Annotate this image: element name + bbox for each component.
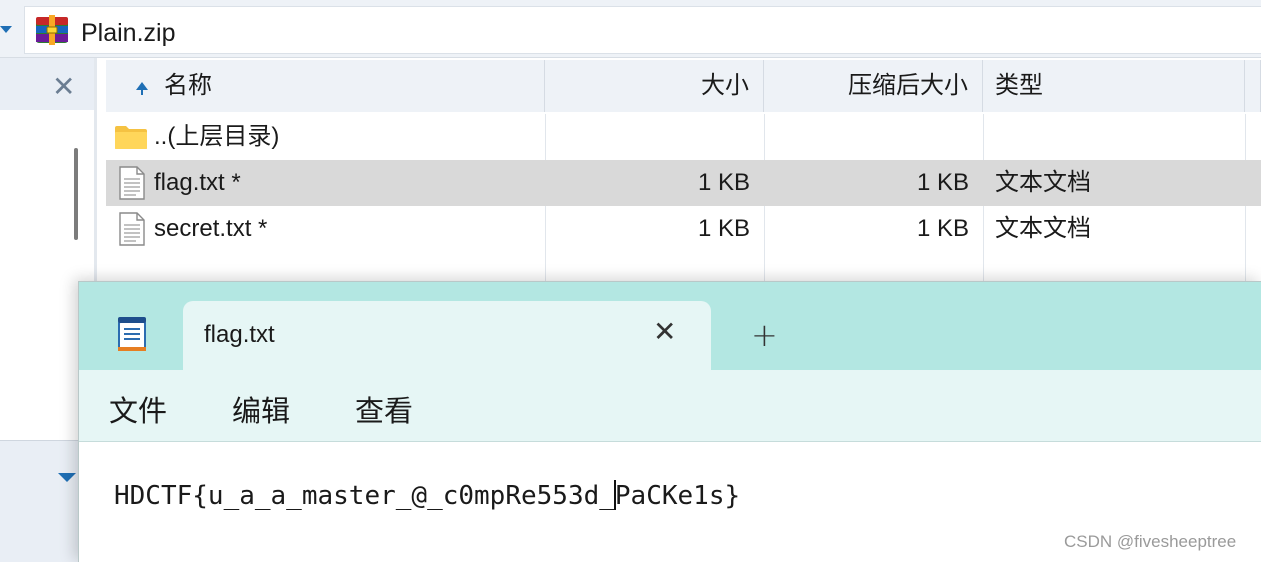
- file-size: 1 KB: [697, 215, 750, 242]
- file-type: 文本文档: [995, 169, 1091, 196]
- file-name: flag.txt *: [154, 169, 241, 196]
- list-item-secret-txt[interactable]: secret.txt * 1 KB 1 KB 文本文档: [106, 206, 1261, 252]
- menu-bar: 文件 编辑 查看: [79, 370, 1261, 442]
- list-item-flag-txt[interactable]: flag.txt * 1 KB 1 KB 文本文档: [106, 160, 1261, 206]
- file-packed-size: 1 KB: [916, 215, 969, 242]
- menu-view[interactable]: 查看: [355, 388, 413, 430]
- column-header-packed-size[interactable]: 压缩后大小: [764, 60, 983, 112]
- column-header-more[interactable]: [1245, 60, 1261, 112]
- menu-file[interactable]: 文件: [109, 388, 167, 430]
- file-name: ..(上层目录): [154, 123, 280, 150]
- text-file-icon: [119, 212, 145, 246]
- archive-path: Plain.zip: [81, 19, 176, 47]
- editor-text-after-caret: PaCKe1s}: [614, 481, 741, 511]
- editor-content: HDCTF{u_a_a_master_@_c0mpRe553d_PaCKe1s}: [114, 480, 740, 511]
- sort-ascending-icon: [136, 82, 148, 95]
- notepad-window: flag.txt ✕ + 文件 编辑 查看 HDCTF{u_a_a_master…: [78, 281, 1261, 562]
- notepad-icon: [118, 317, 146, 351]
- menu-edit[interactable]: 编辑: [232, 388, 290, 430]
- file-name: secret.txt *: [154, 215, 268, 242]
- folder-icon: [115, 126, 147, 149]
- title-bar[interactable]: flag.txt ✕ +: [79, 282, 1261, 370]
- column-header-name-label: 名称: [164, 72, 212, 99]
- chevron-down-icon[interactable]: [58, 473, 76, 482]
- address-bar: Plain.zip: [0, 0, 1261, 58]
- tab-title: flag.txt: [204, 321, 275, 348]
- new-tab-plus-icon[interactable]: +: [751, 316, 778, 354]
- scrollbar[interactable]: [74, 148, 78, 240]
- file-list: 名称 大小 压缩后大小 类型 ..(上层目录) flag.txt * 1 KB …: [106, 58, 1261, 288]
- folder-tree-header: ✕: [0, 58, 96, 110]
- close-tab-icon[interactable]: ✕: [653, 315, 676, 348]
- address-field[interactable]: Plain.zip: [24, 6, 1261, 54]
- column-header-size[interactable]: 大小: [545, 60, 764, 112]
- dropdown-arrow-icon[interactable]: [0, 26, 12, 33]
- column-header-type[interactable]: 类型: [983, 60, 1245, 112]
- editor-text-before-caret: HDCTF{u_a_a_master_@_c0mpRe553d_: [114, 481, 615, 511]
- list-item-parent-folder[interactable]: ..(上层目录): [106, 114, 1261, 160]
- zip-archive-icon: [36, 15, 68, 45]
- column-header-name[interactable]: 名称: [106, 60, 545, 112]
- tab-flag-txt[interactable]: flag.txt ✕: [183, 301, 711, 370]
- close-icon[interactable]: ✕: [52, 70, 75, 103]
- file-type: 文本文档: [995, 215, 1091, 242]
- text-file-icon: [119, 166, 145, 200]
- watermark: CSDN @fivesheeptree: [1064, 532, 1237, 551]
- file-packed-size: 1 KB: [916, 169, 969, 196]
- file-size: 1 KB: [697, 169, 750, 196]
